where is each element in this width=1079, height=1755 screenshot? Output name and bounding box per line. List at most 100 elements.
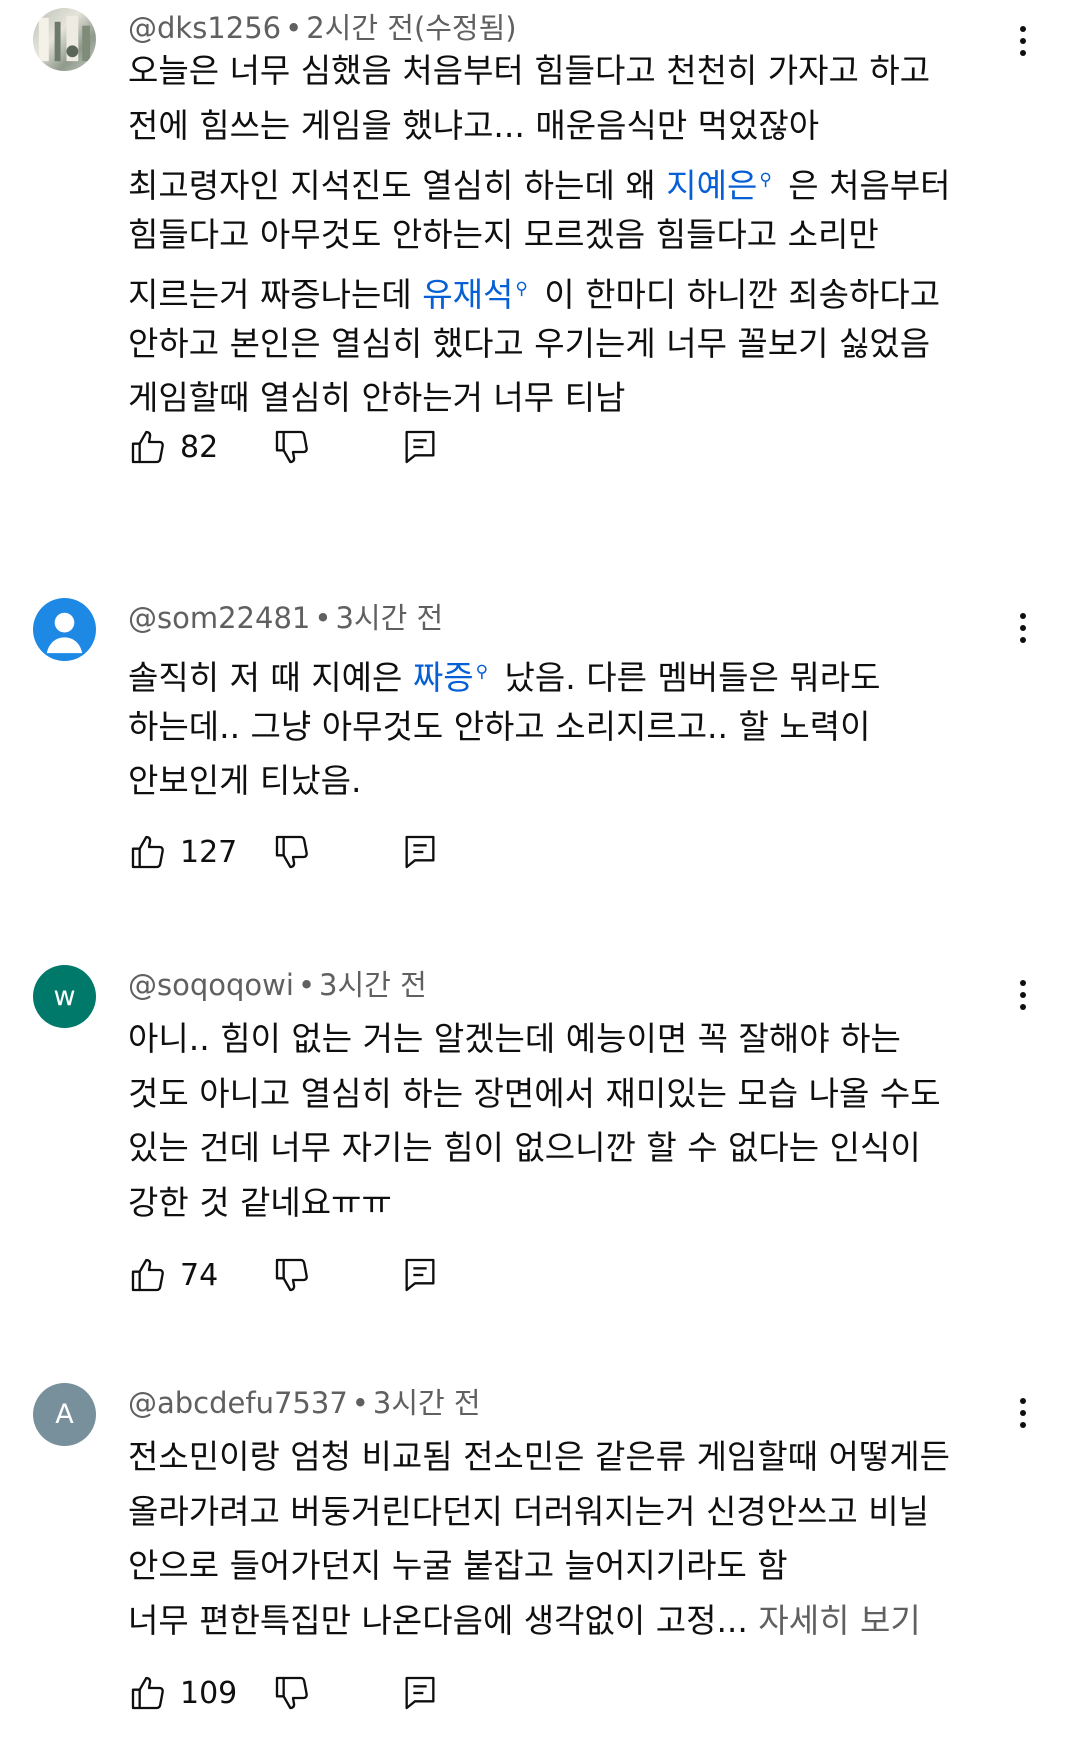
avatar[interactable] (33, 8, 96, 71)
reply-icon[interactable] (400, 427, 440, 467)
reply-button[interactable] (400, 427, 440, 471)
comment-meta: @som22481 • 3시간 전 (128, 598, 443, 638)
meta-separator: • (351, 1386, 369, 1420)
comment-text: 났음. 다른 멤버들은 뭐라도 (494, 658, 881, 697)
comment-actions: 127 (128, 830, 435, 874)
comment-text: 전에 힘쓰는 게임을 했냐고... 매운음식만 먹었잖아 (128, 105, 820, 145)
comment-line: 올라가려고 버둥거린다던지 더러워지는거 신경안쓰고 비닐 (128, 1485, 1028, 1540)
comment-text: 안보인게 티났음. (128, 761, 362, 800)
comment-line: 힘들다고 아무것도 안하는지 모르겠음 힘들다고 소리만 (128, 208, 1028, 263)
meta-separator: • (285, 11, 303, 45)
comment-line: 전에 힘쓰는 게임을 했냐고... 매운음식만 먹었잖아 (128, 99, 1028, 154)
thumbs-up-icon[interactable] (128, 1673, 168, 1713)
like-button[interactable]: 82 (128, 427, 260, 467)
comment-author-handle[interactable]: @dks1256 (128, 11, 281, 45)
comment-actions: 74 (128, 1253, 435, 1297)
comment-text: 이 한마디 하니깐 죄송하다고 (533, 275, 941, 314)
more-dot (1020, 1410, 1026, 1416)
reply-icon[interactable] (400, 832, 440, 872)
comment-line: 하는데.. 그냥 아무것도 안하고 소리지르고.. 할 노력이 (128, 700, 1028, 755)
reply-button[interactable] (400, 832, 440, 876)
avatar[interactable] (33, 598, 96, 661)
comment-author-handle[interactable]: @som22481 (128, 601, 310, 635)
comment-meta: @abcdefu7537 • 3시간 전 (128, 1383, 481, 1423)
avatar[interactable]: A (33, 1383, 96, 1446)
like-button[interactable]: 74 (128, 1255, 260, 1295)
dislike-button[interactable] (272, 1255, 312, 1299)
dislike-button[interactable] (272, 1673, 312, 1717)
like-count: 82 (180, 429, 219, 465)
comment-timestamp[interactable]: 2시간 전(수정됨) (306, 11, 516, 45)
comment-text: 너무 편한특집만 나온다음에 생각없이 고정... (128, 1600, 759, 1640)
comment-meta: @soqoqowi • 3시간 전 (128, 965, 427, 1005)
like-count: 74 (180, 1257, 219, 1293)
comment-timestamp[interactable]: 3시간 전 (373, 1386, 481, 1420)
like-count: 109 (180, 1675, 238, 1711)
search-link[interactable]: 지예은 (666, 166, 757, 205)
comment-line: 있는 건데 너무 자기는 힘이 없으니깐 할 수 없다는 인식이 (128, 1121, 1028, 1176)
comment-actions: 109 (128, 1671, 435, 1715)
more-dot (1020, 625, 1026, 631)
reply-button[interactable] (400, 1673, 440, 1717)
reply-icon[interactable] (400, 1255, 440, 1295)
comment-author-handle[interactable]: @abcdefu7537 (128, 1386, 348, 1420)
thumbs-down-icon[interactable] (272, 427, 312, 467)
comment-timestamp[interactable]: 3시간 전 (319, 968, 427, 1002)
like-button[interactable]: 127 (128, 832, 260, 872)
more-dot (1020, 26, 1026, 32)
comment-line: 지르는거 짜증나는데 유재석 ⚲ 이 한마디 하니깐 죄송하다고 (128, 262, 1028, 317)
thumbs-up-icon[interactable] (128, 832, 168, 872)
comment-text: 솔직히 저 때 지예은 (128, 658, 413, 697)
more-dot (1020, 1422, 1026, 1428)
comment-line: 최고령자인 지석진도 열심히 하는데 왜 지예은 ⚲ 은 처음부터 (128, 153, 1028, 208)
search-icon[interactable]: ⚲ (476, 645, 488, 700)
person-icon (46, 612, 83, 654)
dislike-button[interactable] (272, 427, 312, 471)
like-count: 127 (180, 834, 238, 870)
comment-line: 솔직히 저 때 지예은 짜증 ⚲ 났음. 다른 멤버들은 뭐라도 (128, 645, 1028, 700)
comment-text: 하는데.. 그냥 아무것도 안하고 소리지르고.. 할 노력이 (128, 706, 871, 746)
search-link[interactable]: 유재석 (422, 275, 513, 314)
thumbs-down-icon[interactable] (272, 832, 312, 872)
comment-line: 전소민이랑 엄청 비교됨 전소민은 같은류 게임할때 어떻게든 (128, 1430, 1028, 1485)
comment-timestamp[interactable]: 3시간 전 (335, 601, 443, 635)
thumbs-down-icon[interactable] (272, 1255, 312, 1295)
comment-meta: @dks1256 • 2시간 전(수정됨) (128, 8, 517, 48)
thumbs-up-icon[interactable] (128, 427, 168, 467)
more-dot (1020, 980, 1026, 986)
comment-line: 안보인게 티났음. (128, 754, 1028, 809)
meta-separator: • (314, 601, 332, 635)
comment-text: 은 처음부터 (777, 166, 951, 205)
dislike-button[interactable] (272, 832, 312, 876)
comment-actions: 82 (128, 425, 435, 469)
search-link[interactable]: 짜증 (413, 658, 474, 697)
comment-author-handle[interactable]: @soqoqowi (128, 968, 294, 1002)
thumbs-down-icon[interactable] (272, 1673, 312, 1713)
reply-icon[interactable] (400, 1673, 440, 1713)
comment-body: 솔직히 저 때 지예은 짜증 ⚲ 났음. 다른 멤버들은 뭐라도하는데.. 그냥 … (128, 645, 1028, 809)
comment-text: 것도 아니고 열심히 하는 장면에서 재미있는 모습 나올 수도 (128, 1073, 941, 1113)
comment-body: 오늘은 너무 심했음 처음부터 힘들다고 천천히 가자고 하고전에 힘쓰는 게임… (128, 44, 1028, 426)
comment-line: 것도 아니고 열심히 하는 장면에서 재미있는 모습 나올 수도 (128, 1067, 1028, 1122)
comment-body: 전소민이랑 엄청 비교됨 전소민은 같은류 게임할때 어떻게든올라가려고 버둥거… (128, 1430, 1028, 1648)
comment-line: 안으로 들어가던지 누굴 붙잡고 늘어지기라도 함 (128, 1539, 1028, 1594)
comment-text: 전소민이랑 엄청 비교됨 전소민은 같은류 게임할때 어떻게든 (128, 1437, 950, 1476)
search-icon[interactable]: ⚲ (759, 153, 771, 208)
like-button[interactable]: 109 (128, 1673, 260, 1713)
thumbs-up-icon[interactable] (128, 1255, 168, 1295)
comment-line: 강한 것 같네요ㅠㅠ (128, 1176, 1028, 1231)
comment-text: 최고령자인 지석진도 열심히 하는데 왜 (128, 166, 667, 205)
comment-text: 올라가려고 버둥거린다던지 더러워지는거 신경안쓰고 비닐 (128, 1491, 929, 1531)
comment-text: 아니.. 힘이 없는 거는 알겠는데 예능이면 꼭 잘해야 하는 (128, 1019, 901, 1058)
search-icon[interactable]: ⚲ (515, 262, 527, 317)
reply-button[interactable] (400, 1255, 440, 1299)
read-more-link[interactable]: 자세히 보기 (758, 1601, 920, 1640)
comment-text: 안으로 들어가던지 누굴 붙잡고 늘어지기라도 함 (128, 1546, 788, 1585)
avatar-letter: A (55, 1399, 74, 1430)
comment-text: 게임할때 열심히 안하는거 너무 티남 (128, 378, 626, 417)
comment-line: 아니.. 힘이 없는 거는 알겠는데 예능이면 꼭 잘해야 하는 (128, 1012, 1028, 1067)
more-dot (1020, 1398, 1026, 1404)
comment-text: 오늘은 너무 심했음 처음부터 힘들다고 천천히 가자고 하고 (128, 51, 931, 90)
avatar[interactable]: w (33, 965, 96, 1028)
avatar-letter: w (53, 981, 76, 1012)
